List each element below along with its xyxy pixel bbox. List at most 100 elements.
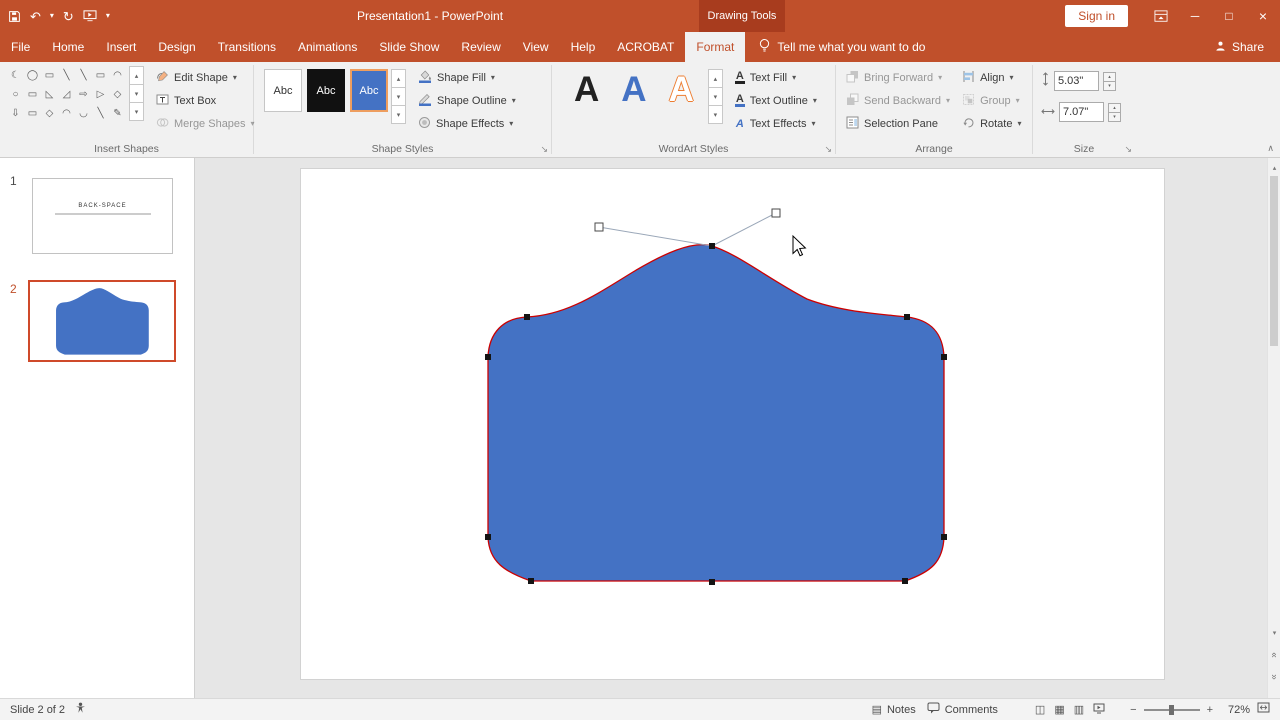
shape-icon[interactable]: ◡ [75,104,92,123]
text-box-button[interactable]: Text Box [152,89,259,112]
reading-view-icon[interactable]: ▥ [1074,703,1084,716]
gallery-more-button[interactable]: ▾ [391,105,406,124]
zoom-in-button[interactable]: + [1207,704,1213,716]
zoom-out-button[interactable]: − [1130,704,1136,716]
freeform-shape[interactable] [487,244,945,582]
shape-icon[interactable]: ◠ [109,66,126,85]
slide-2-thumbnail-selected[interactable] [28,280,176,362]
gallery-scroll-down-button[interactable]: ▾ [129,84,144,103]
tab-home[interactable]: Home [41,32,95,62]
shape-icon[interactable]: ▭ [24,85,41,104]
scrollbar-thumb[interactable] [1270,176,1278,346]
tab-view[interactable]: View [512,32,560,62]
accessibility-icon[interactable] [75,702,86,717]
tab-animations[interactable]: Animations [287,32,368,62]
wordart-style-thumbnail[interactable]: A [574,66,599,114]
shape-icon[interactable]: ✎ [109,104,126,123]
width-spinner[interactable]: ▴ ▾ [1108,102,1121,122]
share-button[interactable]: Share [1215,32,1264,62]
start-slideshow-icon[interactable] [83,10,97,22]
shape-icon[interactable]: ╲ [92,104,109,123]
notes-button[interactable]: ▤ Notes [872,703,916,717]
dialog-launcher-icon[interactable]: ↘ [824,144,832,155]
shape-fill-button[interactable]: Shape Fill ▾ [414,66,520,89]
slideshow-view-icon[interactable] [1093,703,1105,717]
shape-icon[interactable]: ▭ [24,104,41,123]
align-button[interactable]: Align ▾ [958,66,1025,89]
shape-style-thumbnail-selected[interactable]: Abc [350,69,388,112]
rotate-button[interactable]: Rotate ▾ [958,112,1025,135]
save-icon[interactable] [8,10,21,23]
shape-style-thumbnail[interactable]: Abc [264,69,302,112]
vertical-scrollbar[interactable]: ▴ ▾ « » [1267,158,1280,698]
gallery-scroll-up-button[interactable]: ▴ [129,66,144,85]
bezier-handles[interactable] [594,208,781,232]
shape-outline-button[interactable]: Shape Outline ▾ [414,89,520,112]
tell-me-box[interactable]: Tell me what you want to do [759,32,925,62]
sign-in-button[interactable]: Sign in [1065,5,1128,27]
gallery-scroll-down-button[interactable]: ▾ [707,87,723,106]
shape-effects-button[interactable]: Shape Effects ▾ [414,112,520,135]
shape-icon[interactable]: ▭ [92,66,109,85]
close-button[interactable]: × [1246,0,1280,32]
shape-icon[interactable]: ╲ [75,66,92,85]
ribbon-display-options-icon[interactable] [1144,0,1178,32]
wordart-style-thumbnail[interactable]: A [669,66,694,114]
tab-help[interactable]: Help [560,32,607,62]
shape-icon[interactable]: ◯ [24,66,41,85]
edit-shape-button[interactable]: Edit Shape ▾ [152,66,259,89]
bring-forward-button[interactable]: Bring Forward ▾ [842,66,954,89]
shape-icon[interactable]: ○ [7,85,24,104]
shape-icon[interactable]: ⇩ [7,104,24,123]
tab-transitions[interactable]: Transitions [207,32,287,62]
gallery-scroll-down-button[interactable]: ▾ [391,87,406,106]
maximize-button[interactable]: □ [1212,0,1246,32]
shape-icon[interactable]: ☾ [7,66,24,85]
shape-icon[interactable]: ◺ [41,85,58,104]
scroll-down-icon[interactable]: ▾ [1268,625,1280,640]
scroll-up-icon[interactable]: ▴ [1268,160,1280,175]
normal-view-icon[interactable]: ◫ [1035,703,1045,716]
gallery-more-button[interactable]: ▾ [707,105,723,124]
undo-icon[interactable]: ↶ [30,10,41,23]
slide-sorter-view-icon[interactable]: ▦ [1054,703,1064,716]
tab-format[interactable]: Format [685,32,746,62]
text-fill-button[interactable]: A Text Fill ▾ [731,66,821,89]
fit-to-window-icon[interactable] [1257,702,1270,717]
wordart-style-thumbnail[interactable]: A [621,66,646,114]
selection-pane-button[interactable]: Selection Pane [842,112,954,135]
shape-icon[interactable]: ▭ [41,66,58,85]
gallery-scroll-up-button[interactable]: ▴ [391,69,406,88]
shape-height-input[interactable] [1054,71,1099,91]
height-spinner[interactable]: ▴ ▾ [1103,71,1116,91]
text-effects-button[interactable]: A Text Effects ▾ [731,112,821,135]
dialog-launcher-icon[interactable]: ↘ [1124,144,1132,155]
comments-button[interactable]: Comments [927,702,998,717]
shape-icon[interactable]: ▷ [92,85,109,104]
group-button[interactable]: Group ▾ [958,89,1025,112]
shape-icon[interactable]: ◿ [58,85,75,104]
undo-dropdown-icon[interactable]: ▾ [50,12,54,20]
shape-icon[interactable]: ◇ [41,104,58,123]
next-slide-button[interactable]: » [1266,671,1280,684]
text-outline-button[interactable]: A Text Outline ▾ [731,89,821,112]
minimize-button[interactable]: ─ [1178,0,1212,32]
tab-insert[interactable]: Insert [95,32,147,62]
shape-icon[interactable]: ◠ [58,104,75,123]
shape-width-input[interactable] [1059,102,1104,122]
shape-icon[interactable]: ◇ [109,85,126,104]
shape-icon[interactable]: ╲ [58,66,75,85]
send-backward-button[interactable]: Send Backward ▾ [842,89,954,112]
shape-icon[interactable]: ⇨ [75,85,92,104]
slide-1-thumbnail[interactable]: BACK-SPACE [32,178,173,254]
collapse-ribbon-icon[interactable]: ∧ [1267,143,1274,154]
customize-quick-access-icon[interactable]: ▾ [106,12,110,20]
tab-slide-show[interactable]: Slide Show [368,32,450,62]
zoom-slider-thumb[interactable] [1168,704,1174,715]
zoom-slider[interactable] [1143,704,1200,715]
shape-style-thumbnail[interactable]: Abc [307,69,345,112]
zoom-level[interactable]: 72% [1220,704,1250,716]
tab-design[interactable]: Design [147,32,206,62]
repeat-icon[interactable]: ↻ [63,10,74,23]
dialog-launcher-icon[interactable]: ↘ [540,144,548,155]
